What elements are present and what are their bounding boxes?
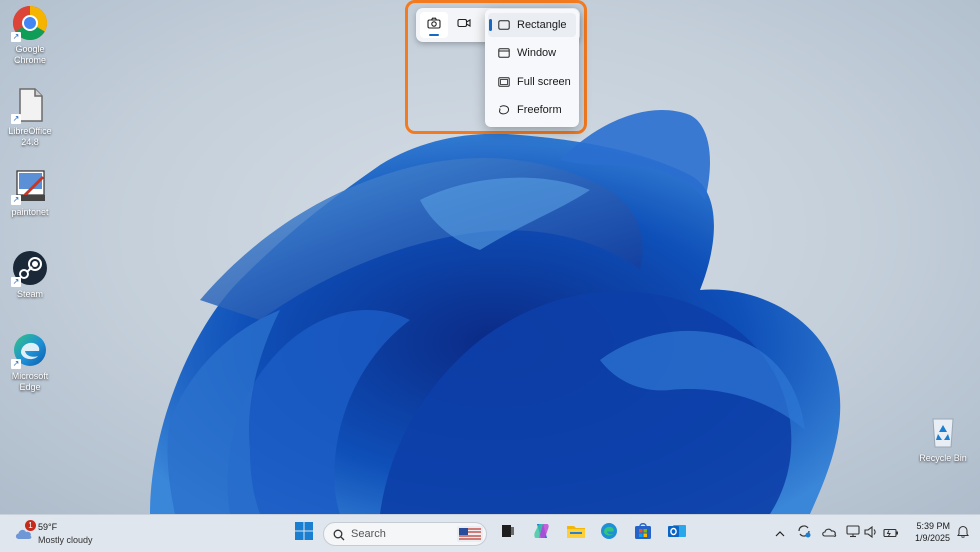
taskbar-clock[interactable]: 5:39 PM 1/9/2025 [915,520,950,544]
taskbar: 1 59°F Mostly cloudy Search 5:39 PM 1/9/… [0,514,980,552]
rectangle-icon [498,20,510,30]
screenshot-mode-button[interactable] [420,12,448,38]
taskbar-outlook[interactable] [665,521,689,546]
tray-network[interactable] [845,521,861,546]
taskbar-task-view[interactable] [497,521,519,546]
menu-item-label: Window [517,47,557,59]
notification-badge: 1 [25,520,36,531]
monitor-icon [846,524,860,543]
tray-sync[interactable] [796,521,812,546]
weather-temp: 59°F [38,522,58,532]
chevron-up-icon [775,525,785,543]
video-camera-icon [457,16,471,34]
copilot-icon [533,522,551,545]
desktop-icon-edge[interactable]: ↗ Microsoft Edge [0,331,60,393]
tray-volume[interactable] [864,521,878,546]
tray-onedrive[interactable] [821,521,837,546]
store-icon [634,522,652,545]
battery-icon [883,525,899,543]
task-view-icon [500,523,516,544]
outlook-icon [667,522,687,545]
paintdotnet-icon: ↗ [11,167,49,205]
notifications-button[interactable] [955,521,971,546]
windows-logo-icon [294,522,313,545]
desktop-icon-paintdotnet[interactable]: ↗ paintonet [0,167,60,218]
menu-item-freeform[interactable]: Freeform [488,98,576,122]
camera-icon [427,16,441,34]
desktop-icon-label: Recycle Bin [919,453,967,463]
menu-item-label: Freeform [517,104,562,116]
desktop-icon-label: Google Chrome [13,44,46,65]
fullscreen-icon [498,77,510,87]
snip-mode-menu: Rectangle Window Full screen Freeform [485,9,579,127]
flag-icon [457,526,483,547]
edge-icon [600,522,618,545]
taskbar-copilot[interactable] [530,521,554,546]
cloud-icon [821,525,837,543]
desktop-icon-chrome[interactable]: ↗ Google Chrome [0,4,60,66]
start-button[interactable] [291,521,316,546]
menu-item-window[interactable]: Window [488,41,576,65]
desktop-icon-steam[interactable]: ↗ Steam [0,249,60,300]
desktop-icon-libreoffice[interactable]: ↗ LibreOffice 24.8 [0,86,60,148]
recycle-bin-icon [924,413,962,451]
window-icon [498,48,510,58]
menu-item-label: Full screen [517,76,571,88]
desktop-icon-label: Steam [16,289,43,299]
menu-item-label: Rectangle [517,19,567,31]
clock-time: 5:39 PM [916,521,950,531]
desktop-icon-label: LibreOffice 24.8 [8,126,52,147]
weather-condition: Mostly cloudy [38,535,93,545]
libreoffice-icon: ↗ [11,86,49,124]
taskbar-file-explorer[interactable] [564,521,588,546]
menu-item-full-screen[interactable]: Full screen [488,70,576,94]
desktop-icon-label: Microsoft Edge [11,371,49,392]
search-placeholder: Search [351,528,386,540]
taskbar-search-box[interactable]: Search [323,522,487,546]
clock-date: 1/9/2025 [914,533,950,543]
selected-indicator [489,19,492,31]
record-mode-button[interactable] [450,12,478,38]
taskbar-store[interactable] [631,521,655,546]
edge-icon: ↗ [11,331,49,369]
folder-icon [566,523,586,544]
steam-icon: ↗ [11,249,49,287]
desktop: ↗ Google Chrome ↗ LibreOffice 24.8 ↗ pai… [0,0,980,514]
desktop-icon-label: paintonet [11,207,49,217]
chrome-icon: ↗ [11,4,49,42]
sync-icon [797,524,811,543]
selected-indicator [429,34,439,36]
weather-widget[interactable]: 1 59°F Mostly cloudy [10,520,130,548]
speaker-icon [864,525,878,543]
search-icon [333,528,345,546]
desktop-icon-recycle-bin[interactable]: Recycle Bin [913,413,973,464]
freeform-icon [498,105,510,115]
tray-battery[interactable] [882,521,900,546]
menu-item-rectangle[interactable]: Rectangle [488,13,576,37]
taskbar-edge[interactable] [597,521,621,546]
show-hidden-icons-button[interactable] [773,521,787,546]
bell-icon [957,525,969,543]
